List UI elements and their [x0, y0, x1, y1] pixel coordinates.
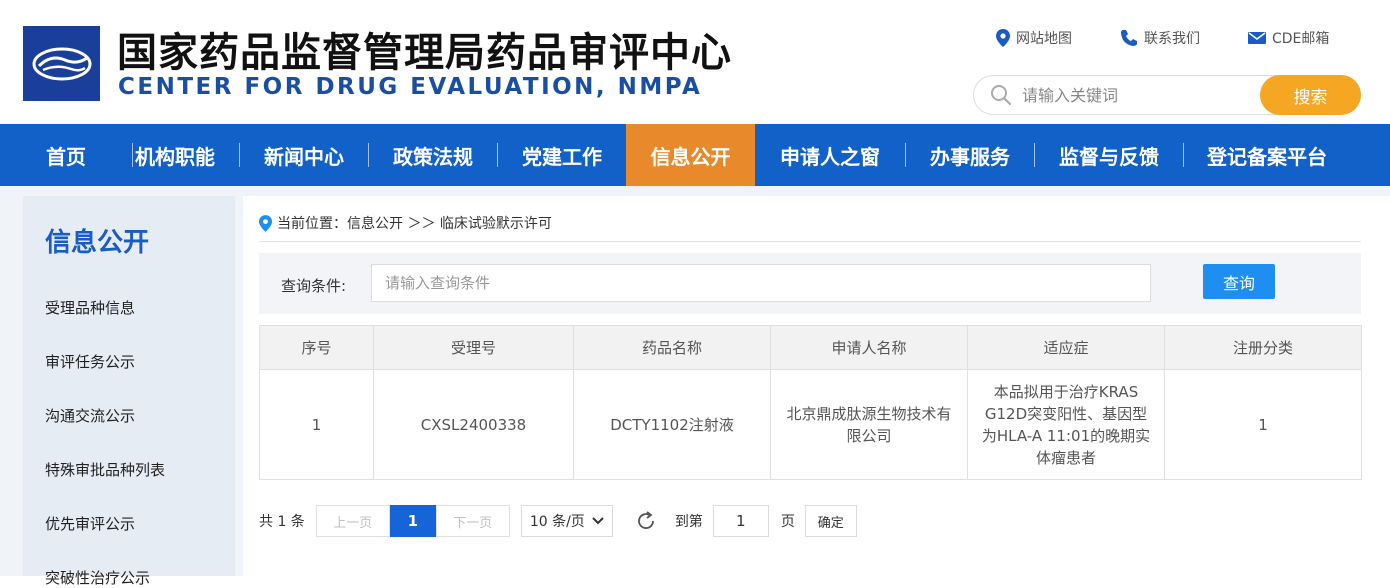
cell-registration-class: 1: [1164, 369, 1362, 480]
pagination: 共 1 条 上一页 1 下一页 10 条/页 到第 页 确定: [259, 504, 857, 538]
results-table: 序号 受理号 药品名称 申请人名称 适应症 注册分类 1 CXSL2400338…: [259, 325, 1362, 480]
page-size-select[interactable]: 10 条/页: [520, 505, 613, 537]
site-title: 国家药品监督管理局药品审评中心: [117, 30, 732, 76]
next-page-button[interactable]: 下一页: [435, 505, 510, 537]
search-button[interactable]: 搜索: [1260, 75, 1361, 115]
contact-link[interactable]: 联系我们: [1120, 28, 1200, 48]
sidebar-item-priority-review[interactable]: 优先审评公示: [45, 513, 135, 534]
phone-icon: [1121, 30, 1137, 46]
nav-item-supervision[interactable]: 监督与反馈: [1035, 124, 1183, 186]
nav-item-functions[interactable]: 机构职能: [111, 124, 239, 186]
site-header: 国家药品监督管理局药品审评中心 CENTER FOR DRUG EVALUATI…: [0, 0, 1390, 124]
breadcrumb-divider: [259, 241, 1361, 242]
nav-item-registration[interactable]: 登记备案平台: [1184, 124, 1350, 186]
sidebar-item-communication[interactable]: 沟通交流公示: [45, 405, 135, 426]
top-links: 网站地图 联系我们 CDE邮箱: [996, 28, 1329, 48]
search-icon: [991, 85, 1012, 106]
nav-item-policy[interactable]: 政策法规: [369, 124, 497, 186]
site-subtitle: CENTER FOR DRUG EVALUATION, NMPA: [118, 74, 703, 100]
location-pin-icon: [996, 29, 1010, 47]
nav-item-news[interactable]: 新闻中心: [240, 124, 368, 186]
main-nav: 首页 机构职能 新闻中心 政策法规 党建工作 信息公开 申请人之窗 办事服务 监…: [0, 124, 1390, 186]
query-bar: 查询条件: 查询: [259, 253, 1361, 314]
sitemap-label: 网站地图: [1016, 31, 1072, 47]
col-header-acceptance-no: 受理号: [373, 325, 574, 370]
main-content: 当前位置：信息公开 ＞＞ 临床试验默示许可 查询条件: 查询 序号 受理号 药品…: [243, 196, 1390, 576]
cde-logo[interactable]: [23, 26, 100, 101]
cell-acceptance-no: CXSL2400338: [373, 369, 574, 480]
page-body: 信息公开 受理品种信息 审评任务公示 沟通交流公示 特殊审批品种列表 优先审评公…: [0, 186, 1390, 587]
page-unit-label: 页: [780, 514, 795, 530]
cell-index: 1: [259, 369, 374, 480]
query-input[interactable]: [371, 264, 1151, 302]
query-button[interactable]: 查询: [1203, 264, 1275, 299]
email-label: CDE邮箱: [1272, 31, 1330, 47]
table-header-row: 序号 受理号 药品名称 申请人名称 适应症 注册分类: [259, 325, 1362, 370]
mail-icon: [1248, 32, 1266, 44]
sidebar-title: 信息公开: [45, 228, 150, 258]
prev-page-button[interactable]: 上一页: [315, 505, 390, 537]
breadcrumb: 当前位置：信息公开 ＞＞ 临床试验默示许可: [259, 213, 552, 233]
chevron-down-icon: [592, 517, 604, 525]
nav-item-services[interactable]: 办事服务: [906, 124, 1034, 186]
col-header-registration-class: 注册分类: [1164, 325, 1362, 370]
sidebar-item-breakthrough[interactable]: 突破性治疗公示: [45, 567, 150, 588]
location-pin-icon: [259, 214, 272, 232]
goto-confirm-button[interactable]: 确定: [804, 505, 857, 537]
goto-page-input[interactable]: [712, 505, 769, 537]
sidebar-item-review-tasks[interactable]: 审评任务公示: [45, 351, 135, 372]
current-page-button[interactable]: 1: [389, 505, 436, 537]
nav-item-party[interactable]: 党建工作: [498, 124, 626, 186]
sitemap-link[interactable]: 网站地图: [996, 28, 1072, 48]
nav-item-info[interactable]: 信息公开: [626, 124, 755, 186]
contact-label: 联系我们: [1144, 31, 1200, 47]
query-label: 查询条件:: [281, 277, 347, 295]
refresh-icon[interactable]: [635, 510, 657, 532]
goto-label: 到第: [674, 514, 703, 530]
site-search: 搜索: [973, 75, 1361, 115]
email-link[interactable]: CDE邮箱: [1248, 28, 1329, 48]
col-header-drug-name: 药品名称: [573, 325, 771, 370]
nav-item-applicant[interactable]: 申请人之窗: [755, 124, 905, 186]
cell-drug-name: DCTY1102注射液: [573, 369, 771, 480]
sidebar: 信息公开 受理品种信息 审评任务公示 沟通交流公示 特殊审批品种列表 优先审评公…: [23, 196, 235, 587]
sidebar-item-special-approval[interactable]: 特殊审批品种列表: [45, 459, 165, 480]
cde-logo-icon: [32, 47, 91, 80]
total-count: 共 1 条: [259, 514, 305, 530]
cell-indication: 本品拟用于治疗KRAS G12D突变阳性、基因型为HLA-A 11:01的晚期实…: [967, 369, 1165, 480]
page-size-value: 10 条/页: [529, 514, 585, 530]
col-header-index: 序号: [259, 325, 374, 370]
sidebar-item-accepted[interactable]: 受理品种信息: [45, 297, 135, 318]
breadcrumb-text: 当前位置：信息公开 ＞＞ 临床试验默示许可: [277, 216, 552, 232]
col-header-indication: 适应症: [967, 325, 1165, 370]
table-row: 1 CXSL2400338 DCTY1102注射液 北京鼎成肽源生物技术有限公司…: [259, 369, 1362, 480]
col-header-applicant: 申请人名称: [770, 325, 968, 370]
search-input[interactable]: [1022, 84, 1252, 106]
cell-applicant: 北京鼎成肽源生物技术有限公司: [770, 369, 968, 480]
